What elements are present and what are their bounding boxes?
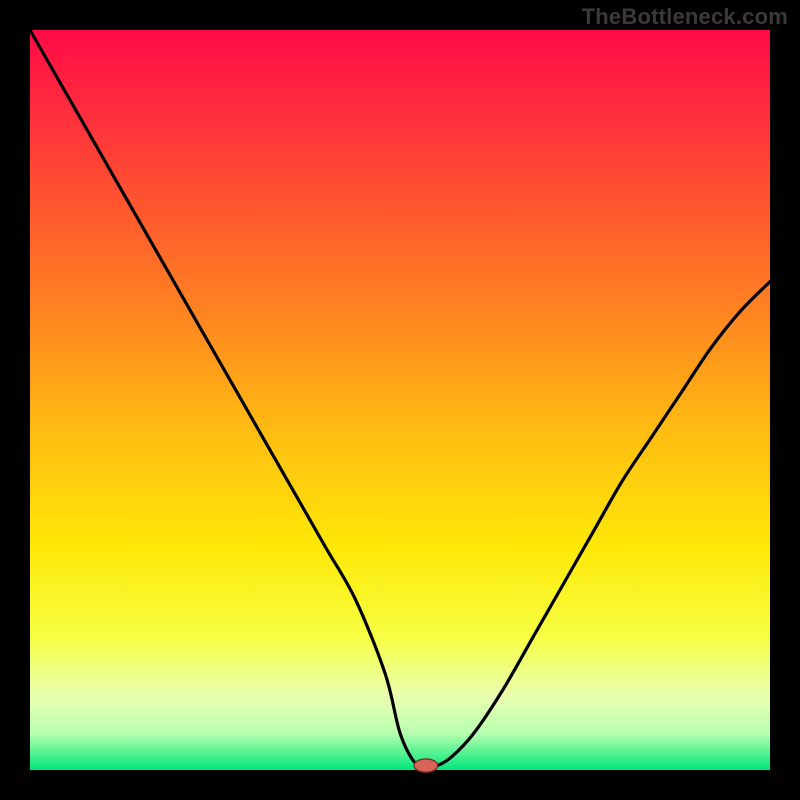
bottleneck-chart (0, 0, 800, 800)
optimum-marker (414, 759, 438, 772)
plot-background (30, 30, 770, 770)
chart-stage: TheBottleneck.com (0, 0, 800, 800)
